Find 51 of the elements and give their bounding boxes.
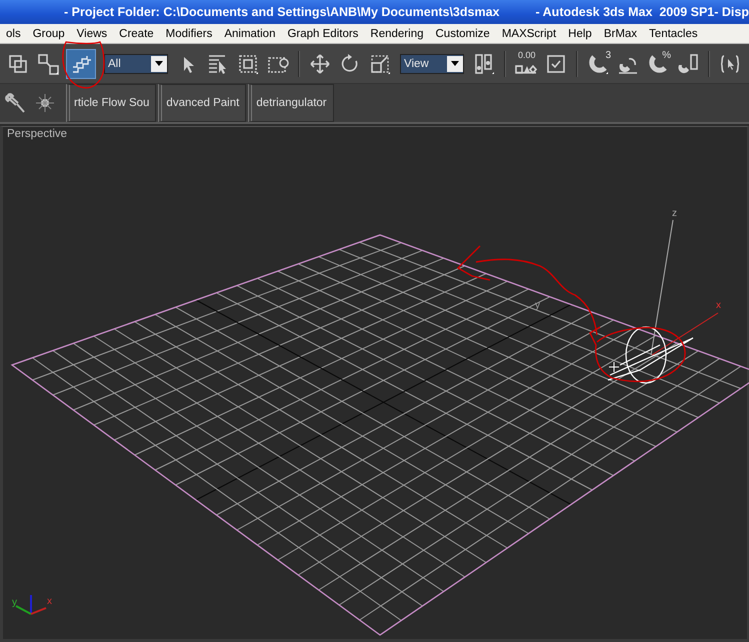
menu-item[interactable]: ols (0, 28, 27, 40)
menu-item[interactable]: Help (562, 28, 598, 40)
window-title: - Project Folder: C:\Documents and Settings\ANB\My Documents\3dsmax (64, 5, 500, 19)
axis-label: x (716, 300, 721, 311)
axis-label: x (47, 596, 52, 607)
toolbar-icon (647, 52, 669, 74)
menu-item[interactable]: Tentacles (643, 28, 704, 40)
dropdown[interactable]: All (104, 54, 168, 74)
menu-item[interactable]: Views (70, 28, 114, 40)
toolbar-icon (719, 52, 741, 74)
toolbar-icon (7, 52, 29, 74)
dropdown[interactable]: View (400, 54, 464, 74)
button-label: 0.00 (518, 50, 536, 60)
dropdown-arrow-icon (155, 61, 163, 66)
toolbar-icon (587, 52, 609, 74)
axis-label: y (12, 597, 17, 608)
toolbar-tab[interactable]: detriangulator (248, 84, 334, 122)
menu-item[interactable]: Create (113, 28, 160, 40)
menu-item[interactable]: BrMax (598, 28, 644, 40)
toolbar-icon (677, 52, 699, 74)
toolbar-icon (545, 52, 567, 74)
dropdown-arrow-icon (451, 61, 459, 66)
toolbar-tab[interactable]: rticle Flow Sou (66, 84, 156, 122)
toolbar-icon (473, 52, 495, 74)
toolbar-icon (37, 52, 59, 74)
menu-item[interactable]: Group (26, 28, 71, 40)
axis-label: z (672, 208, 677, 219)
toolbar-tab[interactable]: dvanced Paint (158, 84, 246, 122)
menu-item[interactable]: Customize (430, 28, 496, 40)
toolbar-icon (237, 52, 259, 74)
window-title: - Autodesk 3ds Max 2009 SP1 (534, 5, 714, 19)
menu-item[interactable]: Graph Editors (281, 28, 364, 40)
viewport-label[interactable]: Perspective (7, 128, 68, 140)
menu-item[interactable]: MAXScript (496, 28, 562, 40)
toolbar-icon (369, 52, 391, 74)
toolbar-button[interactable]: 3 (584, 48, 612, 78)
button-label: 3 (605, 50, 611, 60)
menu-item[interactable]: Animation (218, 28, 282, 40)
toolbar-icon (309, 52, 331, 74)
starburst-icon[interactable] (35, 93, 55, 113)
menu-item[interactable]: Modifiers (160, 28, 218, 40)
menu-item[interactable]: Rendering (364, 28, 430, 40)
toolbar-button[interactable]: % (644, 48, 672, 78)
axis-tripod-drawing (16, 595, 46, 615)
paint-brush-icon[interactable] (4, 92, 26, 114)
button-label: % (662, 50, 671, 60)
toolbar-button[interactable] (66, 48, 96, 78)
toolbar-icon (515, 64, 537, 74)
window-title: - Disp (714, 5, 749, 19)
toolbar-icon (207, 52, 229, 74)
toolbar-button[interactable]: 0.00 (512, 48, 540, 78)
